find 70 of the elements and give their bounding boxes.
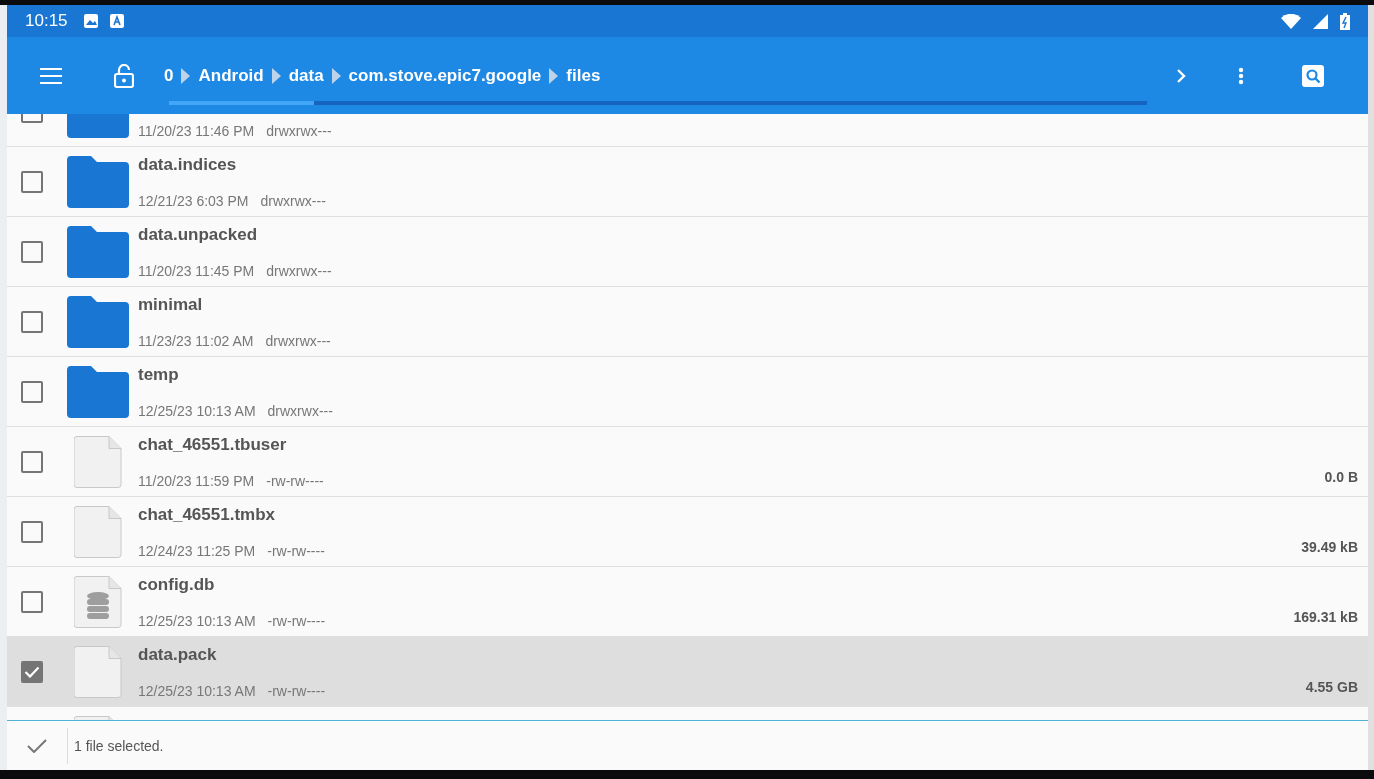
menu-icon[interactable] bbox=[40, 67, 62, 84]
checkbox[interactable] bbox=[21, 310, 43, 333]
file-row[interactable]: 11/20/23 11:46 PM drwxrwx--- bbox=[7, 114, 1368, 147]
breadcrumb[interactable]: 0 bbox=[164, 65, 174, 86]
signal-icon bbox=[1313, 13, 1328, 29]
app-notification-icon bbox=[109, 14, 124, 28]
checkbox[interactable] bbox=[21, 520, 43, 543]
unlocked-padlock-icon[interactable] bbox=[114, 63, 134, 88]
database-file-icon bbox=[74, 575, 122, 628]
search-icon[interactable] bbox=[1302, 64, 1324, 87]
file-name: chat_46551.tmbx bbox=[138, 504, 277, 525]
file-size: 39.49 kB bbox=[1301, 539, 1358, 555]
permissions: drwxrwx--- bbox=[266, 262, 332, 279]
file-name: minimal bbox=[138, 294, 204, 315]
breadcrumb[interactable]: Android bbox=[198, 65, 264, 86]
checkbox[interactable] bbox=[21, 380, 43, 403]
breadcrumb-separator-icon bbox=[271, 67, 281, 84]
breadcrumb[interactable]: data bbox=[288, 65, 324, 86]
modified-date: 11/23/23 11:02 AM bbox=[138, 332, 254, 349]
checkbox[interactable] bbox=[21, 660, 43, 683]
file-size: 169.31 kB bbox=[1293, 609, 1358, 625]
permissions: -rw-rw---- bbox=[266, 472, 324, 489]
permissions: drwxrwx--- bbox=[260, 192, 326, 209]
file-icon bbox=[74, 505, 122, 558]
status-time: 10:15 bbox=[25, 11, 68, 31]
file-name: chat_46551.tbuser bbox=[138, 434, 288, 455]
file-size: 0.0 B bbox=[1324, 469, 1358, 485]
modified-date: 12/24/23 11:25 PM bbox=[138, 542, 256, 559]
folder-icon bbox=[67, 155, 129, 208]
file-name: config.db bbox=[138, 574, 216, 595]
file-size: 4.55 GB bbox=[1305, 679, 1358, 695]
chevron-right-icon[interactable] bbox=[1176, 67, 1186, 84]
folder-icon bbox=[67, 365, 129, 418]
modified-date: 11/20/23 11:59 PM bbox=[138, 472, 255, 489]
modified-date: 12/21/23 6:03 PM bbox=[138, 192, 249, 209]
file-name: data.indices bbox=[138, 154, 238, 175]
permissions: drwxrwx--- bbox=[266, 122, 332, 139]
modified-date: 11/20/23 11:45 PM bbox=[138, 262, 255, 279]
selection-message: 1 file selected. bbox=[74, 737, 164, 754]
breadcrumb-separator-icon bbox=[331, 67, 341, 84]
wifi-icon bbox=[1281, 13, 1301, 29]
modified-date: 12/25/23 10:13 AM bbox=[138, 612, 256, 629]
file-row[interactable]: data.pack 12/25/23 10:13 AM -rw-rw---- 4.55 GB bbox=[7, 637, 1368, 707]
breadcrumb[interactable]: com.stove.epic7.google bbox=[348, 65, 542, 86]
folder-icon bbox=[67, 225, 129, 278]
permissions: -rw-rw---- bbox=[267, 612, 326, 629]
breadcrumb-separator-icon bbox=[181, 67, 191, 84]
breadcrumb-separator-icon bbox=[549, 67, 559, 84]
breadcrumb[interactable]: files bbox=[566, 65, 601, 86]
file-icon bbox=[74, 645, 122, 698]
checkbox[interactable] bbox=[21, 170, 43, 193]
modified-date: 12/25/23 10:13 AM bbox=[138, 682, 256, 699]
checkbox[interactable] bbox=[21, 240, 43, 263]
permissions: -rw-rw---- bbox=[267, 682, 326, 699]
image-icon bbox=[83, 14, 98, 28]
more-options-icon[interactable] bbox=[1238, 66, 1244, 85]
permissions: -rw-rw---- bbox=[267, 542, 325, 559]
file-icon bbox=[74, 435, 122, 488]
modified-date: 11/20/23 11:46 PM bbox=[138, 122, 255, 139]
modified-date: 12/25/23 10:13 AM bbox=[138, 402, 256, 419]
permissions: drwxrwx--- bbox=[265, 332, 331, 349]
permissions: drwxrwx--- bbox=[267, 402, 333, 419]
file-name: temp bbox=[138, 364, 180, 385]
checkmark-icon[interactable] bbox=[27, 738, 47, 753]
battery-charging-icon bbox=[1340, 12, 1350, 30]
checkbox[interactable] bbox=[21, 450, 43, 473]
checkbox[interactable] bbox=[21, 590, 43, 613]
folder-icon bbox=[67, 295, 129, 348]
file-name: data.pack bbox=[138, 644, 218, 665]
file-name: data.unpacked bbox=[138, 224, 259, 245]
